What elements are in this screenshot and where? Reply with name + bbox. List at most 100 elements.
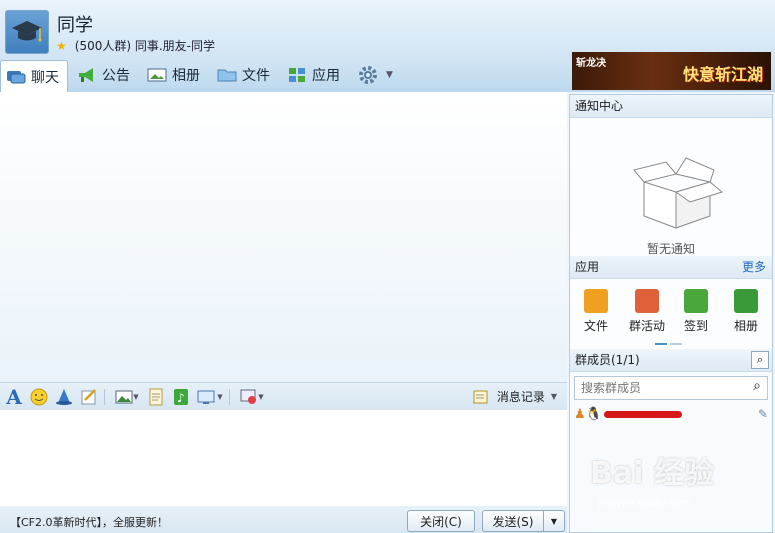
image-button[interactable]: ▼ (112, 386, 142, 408)
window-shake-icon (240, 389, 257, 404)
image-icon (115, 390, 133, 403)
member-search-box[interactable]: ⌕ (574, 376, 768, 400)
star-icon: ★ (56, 39, 67, 53)
members-title: 群成员(1/1) (575, 353, 640, 367)
toolbar-divider (229, 388, 230, 405)
apps-section-title: 应用 更多 (570, 256, 772, 279)
qq-penguin-icon: 🐧 (585, 406, 602, 422)
message-display-area[interactable] (0, 92, 567, 382)
font-button[interactable]: A (3, 384, 25, 409)
chevron-down-icon: ▼ (386, 70, 393, 80)
apps-panel: 文件 群活动 签到 相册 (570, 279, 772, 349)
checkin-icon (684, 289, 708, 313)
tab-chat[interactable]: 聊天 (0, 60, 68, 92)
toolbar-divider (104, 388, 105, 405)
close-button[interactable]: 关闭(C) (407, 510, 475, 532)
chat-icon (7, 70, 26, 83)
font-icon: A (6, 384, 22, 409)
music-icon: ♪ (174, 388, 188, 405)
app-label: 签到 (683, 319, 708, 333)
group-info: (500人群) 同事.朋友-同学 (74, 39, 215, 53)
svg-text:♪: ♪ (177, 391, 185, 405)
doodle-button[interactable] (78, 386, 100, 408)
group-avatar[interactable] (5, 10, 49, 54)
apps-icon (289, 68, 305, 82)
chevron-down-icon: ▼ (133, 392, 139, 401)
tab-apps[interactable]: 应用 (282, 60, 348, 90)
music-button[interactable]: ♪ (170, 386, 192, 408)
message-input[interactable] (0, 410, 567, 506)
watermark-logo-text: Bai 经验 (590, 456, 714, 491)
document-button[interactable] (145, 386, 167, 408)
screenshot-button[interactable]: ▼ (195, 386, 225, 408)
edit-icon[interactable]: ✎ (758, 407, 768, 421)
settings-menu[interactable]: ▼ (352, 60, 401, 90)
history-icon (473, 390, 488, 403)
smiley-icon (30, 388, 48, 405)
tab-bar: 聊天 公告 相册 文件 应用 ▼ (0, 60, 405, 92)
app-label: 相册 (733, 319, 758, 333)
page-indicator[interactable] (655, 343, 682, 345)
megaphone-icon (79, 68, 93, 82)
app-group-activity[interactable]: 群活动 (625, 289, 669, 334)
member-role-icon: ♟ (574, 406, 586, 422)
banner-small-text: 斩龙决 (576, 58, 606, 69)
app-album[interactable]: 相册 (726, 289, 766, 334)
input-toolbar: A ▼ ♪ ▼ ▼ 消息记录 ▼ (0, 382, 567, 411)
gear-icon (359, 66, 377, 84)
shake-button[interactable]: ▼ (237, 386, 267, 408)
emoji-button[interactable] (28, 386, 50, 408)
screenshot-icon (197, 390, 215, 404)
apps-title: 应用 (575, 260, 600, 274)
wizard-hat-icon (56, 388, 72, 405)
app-files[interactable]: 文件 (576, 289, 616, 334)
folder-icon (217, 69, 237, 82)
document-icon (149, 388, 163, 405)
magic-emoji-button[interactable] (53, 386, 75, 408)
baidu-watermark: Bai 经验 (590, 448, 714, 492)
promo-text[interactable]: 【CF2.0革新时代】，全服更新！ (10, 514, 168, 530)
header: 同学 ★ (500人群) 同事.朋友-同学 聊天 公告 相册 文件 应用 ▼ 斩… (0, 0, 775, 92)
member-search-input[interactable] (575, 377, 743, 399)
group-subtitle: ★ (500人群) 同事.朋友-同学 (56, 37, 215, 54)
chevron-down-icon: ▼ (258, 392, 264, 401)
app-label: 文件 (583, 319, 608, 333)
tab-announcement[interactable]: 公告 (72, 60, 138, 90)
app-checkin[interactable]: 签到 (676, 289, 716, 334)
tab-label: 公告 (102, 68, 130, 84)
search-icon: ⌕ (756, 353, 764, 366)
send-options-button[interactable]: ▼ (543, 510, 565, 532)
graduation-cap-icon (12, 21, 42, 42)
tab-album[interactable]: 相册 (142, 60, 208, 90)
chevron-down-icon: ▼ (550, 516, 558, 526)
banner-big-text: 快意斩江湖 (682, 65, 763, 84)
file-app-icon (584, 289, 608, 313)
tab-label: 应用 (312, 68, 340, 84)
tab-files[interactable]: 文件 (212, 60, 278, 90)
group-name: 同学 (57, 15, 93, 36)
album-app-icon (734, 289, 758, 313)
search-members-button[interactable]: ⌕ (751, 351, 769, 369)
send-button[interactable]: 发送(S) (482, 510, 544, 532)
no-notice-text: 暂无通知 (646, 242, 695, 256)
group-activity-icon (635, 289, 659, 313)
notice-center-title: 通知中心 (570, 95, 772, 118)
history-label: 消息记录 (496, 390, 545, 404)
tab-label: 相册 (172, 68, 200, 84)
app-label: 群活动 (628, 319, 665, 333)
more-link[interactable]: 更多 (742, 256, 766, 278)
empty-box-icon (633, 157, 724, 229)
redacted-member-name (603, 410, 682, 418)
chevron-down-icon: ▼ (217, 392, 223, 401)
bottom-bar: 【CF2.0革新时代】，全服更新！ 关闭(C) 发送(S) ▼ (0, 506, 567, 533)
message-history-button[interactable]: 消息记录 ▼ (473, 388, 557, 405)
ad-banner[interactable]: 斩龙决 快意斩江湖 (572, 52, 771, 90)
baidu-watermark-url: jingyan.baidu.com (598, 498, 691, 509)
search-icon: ⌕ (753, 378, 761, 394)
tab-label: 聊天 (31, 69, 59, 86)
tab-label: 文件 (242, 68, 270, 84)
members-section-title: 群成员(1/1) ⌕ (570, 349, 772, 372)
member-row[interactable]: ♟ 🐧 ✎ (570, 404, 772, 424)
page-dot-active (655, 343, 667, 345)
notice-center: 暂无通知 (570, 118, 772, 256)
